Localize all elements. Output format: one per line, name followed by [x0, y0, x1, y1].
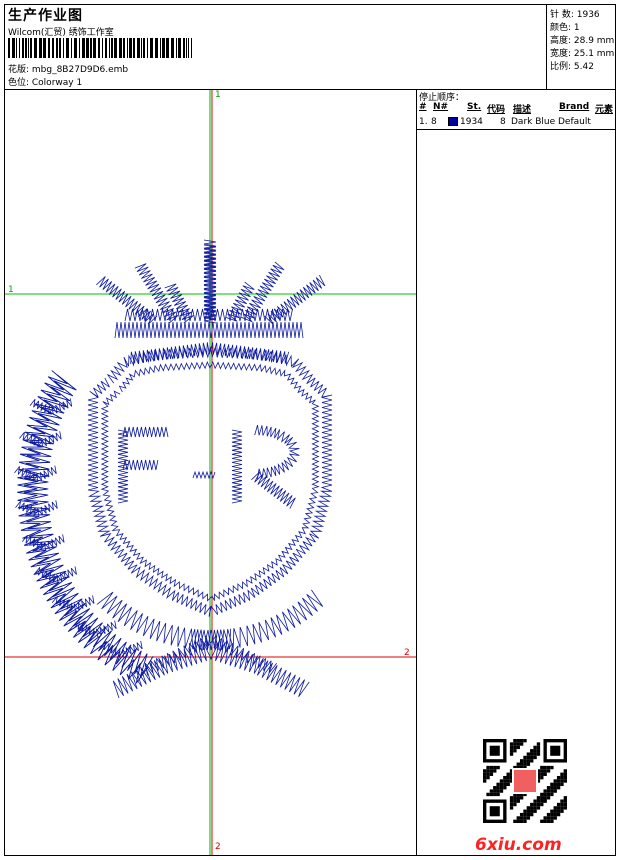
- design-preview: 1 1 2 2: [5, 90, 416, 855]
- row-stitches: 1934: [460, 117, 483, 127]
- row-brand: Default: [558, 117, 591, 127]
- col-brand: Brand: [559, 102, 590, 112]
- stats-panel: 针 数: 1936 颜色: 1 高度: 28.9 mm 宽度: 25.1 mm …: [546, 5, 616, 89]
- design-scale: 比例: 5.42: [550, 62, 594, 72]
- color-swatch: [448, 117, 458, 126]
- guide-marker-top: 1: [215, 90, 221, 100]
- col-stitches: St.: [467, 102, 482, 112]
- production-sheet: 生产作业图 Wilcom(汇贸) 绣饰工作室 花版: mbg_8B27D9D6.…: [4, 4, 616, 856]
- embroidery-design: [14, 239, 333, 699]
- barcode: [8, 38, 192, 58]
- row-code: 8: [500, 117, 506, 127]
- embroidery-canvas: [5, 90, 416, 855]
- studio-name: Wilcom(汇贸) 绣饰工作室: [8, 28, 114, 38]
- col-code: 代码: [487, 105, 506, 115]
- sheet-title: 生产作业图: [8, 8, 83, 24]
- row-needle: 8: [431, 117, 437, 127]
- stitch-count: 针 数: 1936: [550, 10, 600, 20]
- row-index: 1.: [419, 117, 428, 127]
- sheet-header: 生产作业图 Wilcom(汇贸) 绣饰工作室 花版: mbg_8B27D9D6.…: [5, 5, 615, 90]
- table-divider: [417, 129, 616, 130]
- stop-sequence-panel: 停止顺序： # N# St. 代码 描述 Brand 元素 1. 8 1934 …: [416, 90, 616, 855]
- watermark-logo: 6xiu.com: [475, 835, 562, 855]
- color-count: 颜色: 1: [550, 23, 580, 33]
- col-description: 描述: [513, 105, 532, 115]
- row-description: Dark Blue: [511, 117, 556, 127]
- guide-marker-left: 1: [8, 285, 14, 295]
- col-element: 元素: [595, 105, 614, 115]
- qr-code: [483, 739, 567, 823]
- guide-marker-bottom: 2: [215, 842, 221, 852]
- colorway: 色位: Colorway 1: [8, 78, 83, 88]
- guide-marker-right: 2: [404, 648, 410, 658]
- design-width: 宽度: 25.1 mm: [550, 49, 615, 59]
- col-index: #: [419, 102, 427, 112]
- col-needle: N#: [433, 102, 449, 112]
- pattern-file: 花版: mbg_8B27D9D6.emb: [8, 65, 129, 75]
- design-height: 高度: 28.9 mm: [550, 36, 615, 46]
